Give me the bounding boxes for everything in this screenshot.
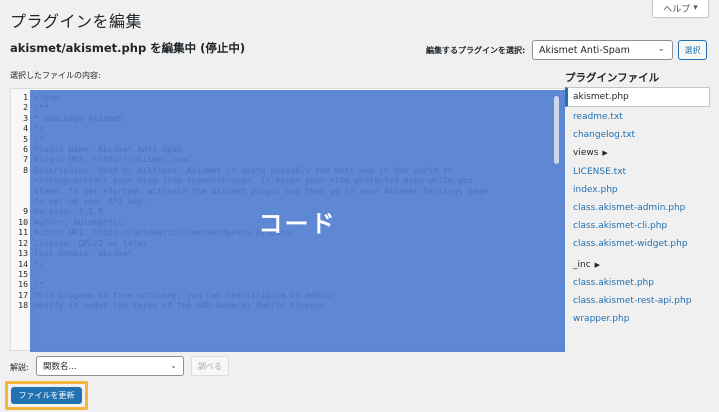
line-number	[11, 196, 31, 206]
line-number: 18	[18, 300, 28, 311]
line-number: 12	[18, 237, 28, 248]
documentation-label: 解説:	[10, 363, 29, 372]
line-number: 9	[23, 206, 28, 217]
caret-down-icon: ▾	[693, 3, 698, 13]
editor-scrollbar[interactable]	[554, 96, 559, 164]
line-number: 6	[23, 144, 28, 155]
page-title: プラグインを編集	[10, 12, 143, 31]
file-tree-folder[interactable]: _inc ▶	[565, 256, 710, 274]
update-button-highlight: ファイルを更新	[5, 381, 88, 410]
file-tree-label: wrapper.php	[573, 314, 630, 325]
plugin-file-list: akismet.php readme.txt changelog.txt views ▶…	[565, 87, 710, 328]
lookup-button[interactable]: 調べる	[191, 356, 229, 376]
line-number	[11, 175, 31, 185]
line-number: 17	[18, 289, 28, 300]
line-number: 16	[18, 279, 28, 290]
line-number: 3	[23, 112, 28, 123]
caret-right-icon: ▶	[594, 260, 601, 269]
update-file-button[interactable]: ファイルを更新	[11, 387, 82, 404]
file-tree-label: index.php	[573, 184, 618, 195]
line-number: 4	[23, 123, 28, 134]
line-number: 10	[18, 216, 28, 227]
documentation-select-value: 関数名...	[43, 362, 77, 372]
caret-right-icon: ▶	[602, 149, 608, 158]
file-tree-label: class.akismet-cli.php	[573, 221, 668, 232]
line-number: 11	[18, 227, 28, 238]
line-number	[11, 186, 31, 196]
plugin-files-title: プラグインファイル	[565, 72, 660, 84]
code-overlay-label: コード	[258, 209, 337, 238]
file-tree-item[interactable]: class.akismet.php	[565, 274, 710, 292]
file-tree-label: class.akismet-admin.php	[573, 203, 686, 214]
file-tree-label: class.akismet.php	[573, 277, 654, 288]
line-number: 15	[18, 268, 28, 279]
plugin-select[interactable]: Akismet Anti-Spam ⌄	[532, 40, 673, 60]
editing-file-heading: akismet/akismet.php を編集中 (停止中)	[10, 41, 246, 55]
chevron-down-icon: ⌄	[657, 44, 665, 54]
help-tab[interactable]: ヘルプ ▾	[652, 0, 709, 18]
file-tree-label: readme.txt	[573, 112, 623, 123]
file-tree-item[interactable]: akismet.php	[565, 87, 710, 107]
file-tree-item[interactable]: class.akismet-cli.php	[565, 217, 710, 235]
file-tree-label: class.akismet-widget.php	[573, 239, 688, 250]
plugin-select-value: Akismet Anti-Spam	[539, 44, 630, 56]
file-tree-label: _inc	[573, 259, 591, 270]
file-tree-item[interactable]: class.akismet-widget.php	[565, 235, 710, 253]
plugin-select-label: 編集するプラグインを選択:	[426, 46, 526, 55]
chevron-down-icon: ⌄	[170, 361, 177, 370]
help-label: ヘルプ	[663, 4, 691, 15]
line-number: 14	[18, 258, 28, 269]
file-tree-label: LICENSE.txt	[573, 166, 627, 177]
file-tree-item[interactable]: LICENSE.txt	[565, 163, 710, 181]
line-number: 13	[18, 248, 28, 259]
line-number: 1	[23, 92, 28, 102]
file-tree-label: changelog.txt	[573, 130, 636, 141]
line-number: 8	[23, 164, 28, 175]
file-tree-item[interactable]: changelog.txt	[565, 126, 710, 144]
line-number: 2	[23, 102, 28, 113]
line-number: 5	[23, 133, 28, 144]
file-tree-label: class.akismet-rest-api.php	[573, 295, 692, 306]
line-number: 7	[23, 154, 28, 165]
file-tree-folder[interactable]: views ▶	[565, 144, 710, 162]
file-tree-item[interactable]: index.php	[565, 181, 710, 199]
file-tree-item[interactable]: class.akismet-admin.php	[565, 199, 710, 217]
select-button[interactable]: 選択	[678, 40, 707, 60]
documentation-select[interactable]: 関数名... ⌄	[36, 356, 184, 376]
content-label: 選択したファイルの内容:	[10, 71, 101, 80]
code-overlay: コード	[30, 90, 565, 352]
file-tree-item[interactable]: wrapper.php	[565, 310, 710, 328]
file-tree-label: akismet.php	[573, 92, 629, 102]
file-tree-label: views	[573, 148, 599, 159]
file-tree-item[interactable]: class.akismet-rest-api.php	[565, 292, 710, 310]
file-tree-item[interactable]: readme.txt	[565, 108, 710, 126]
